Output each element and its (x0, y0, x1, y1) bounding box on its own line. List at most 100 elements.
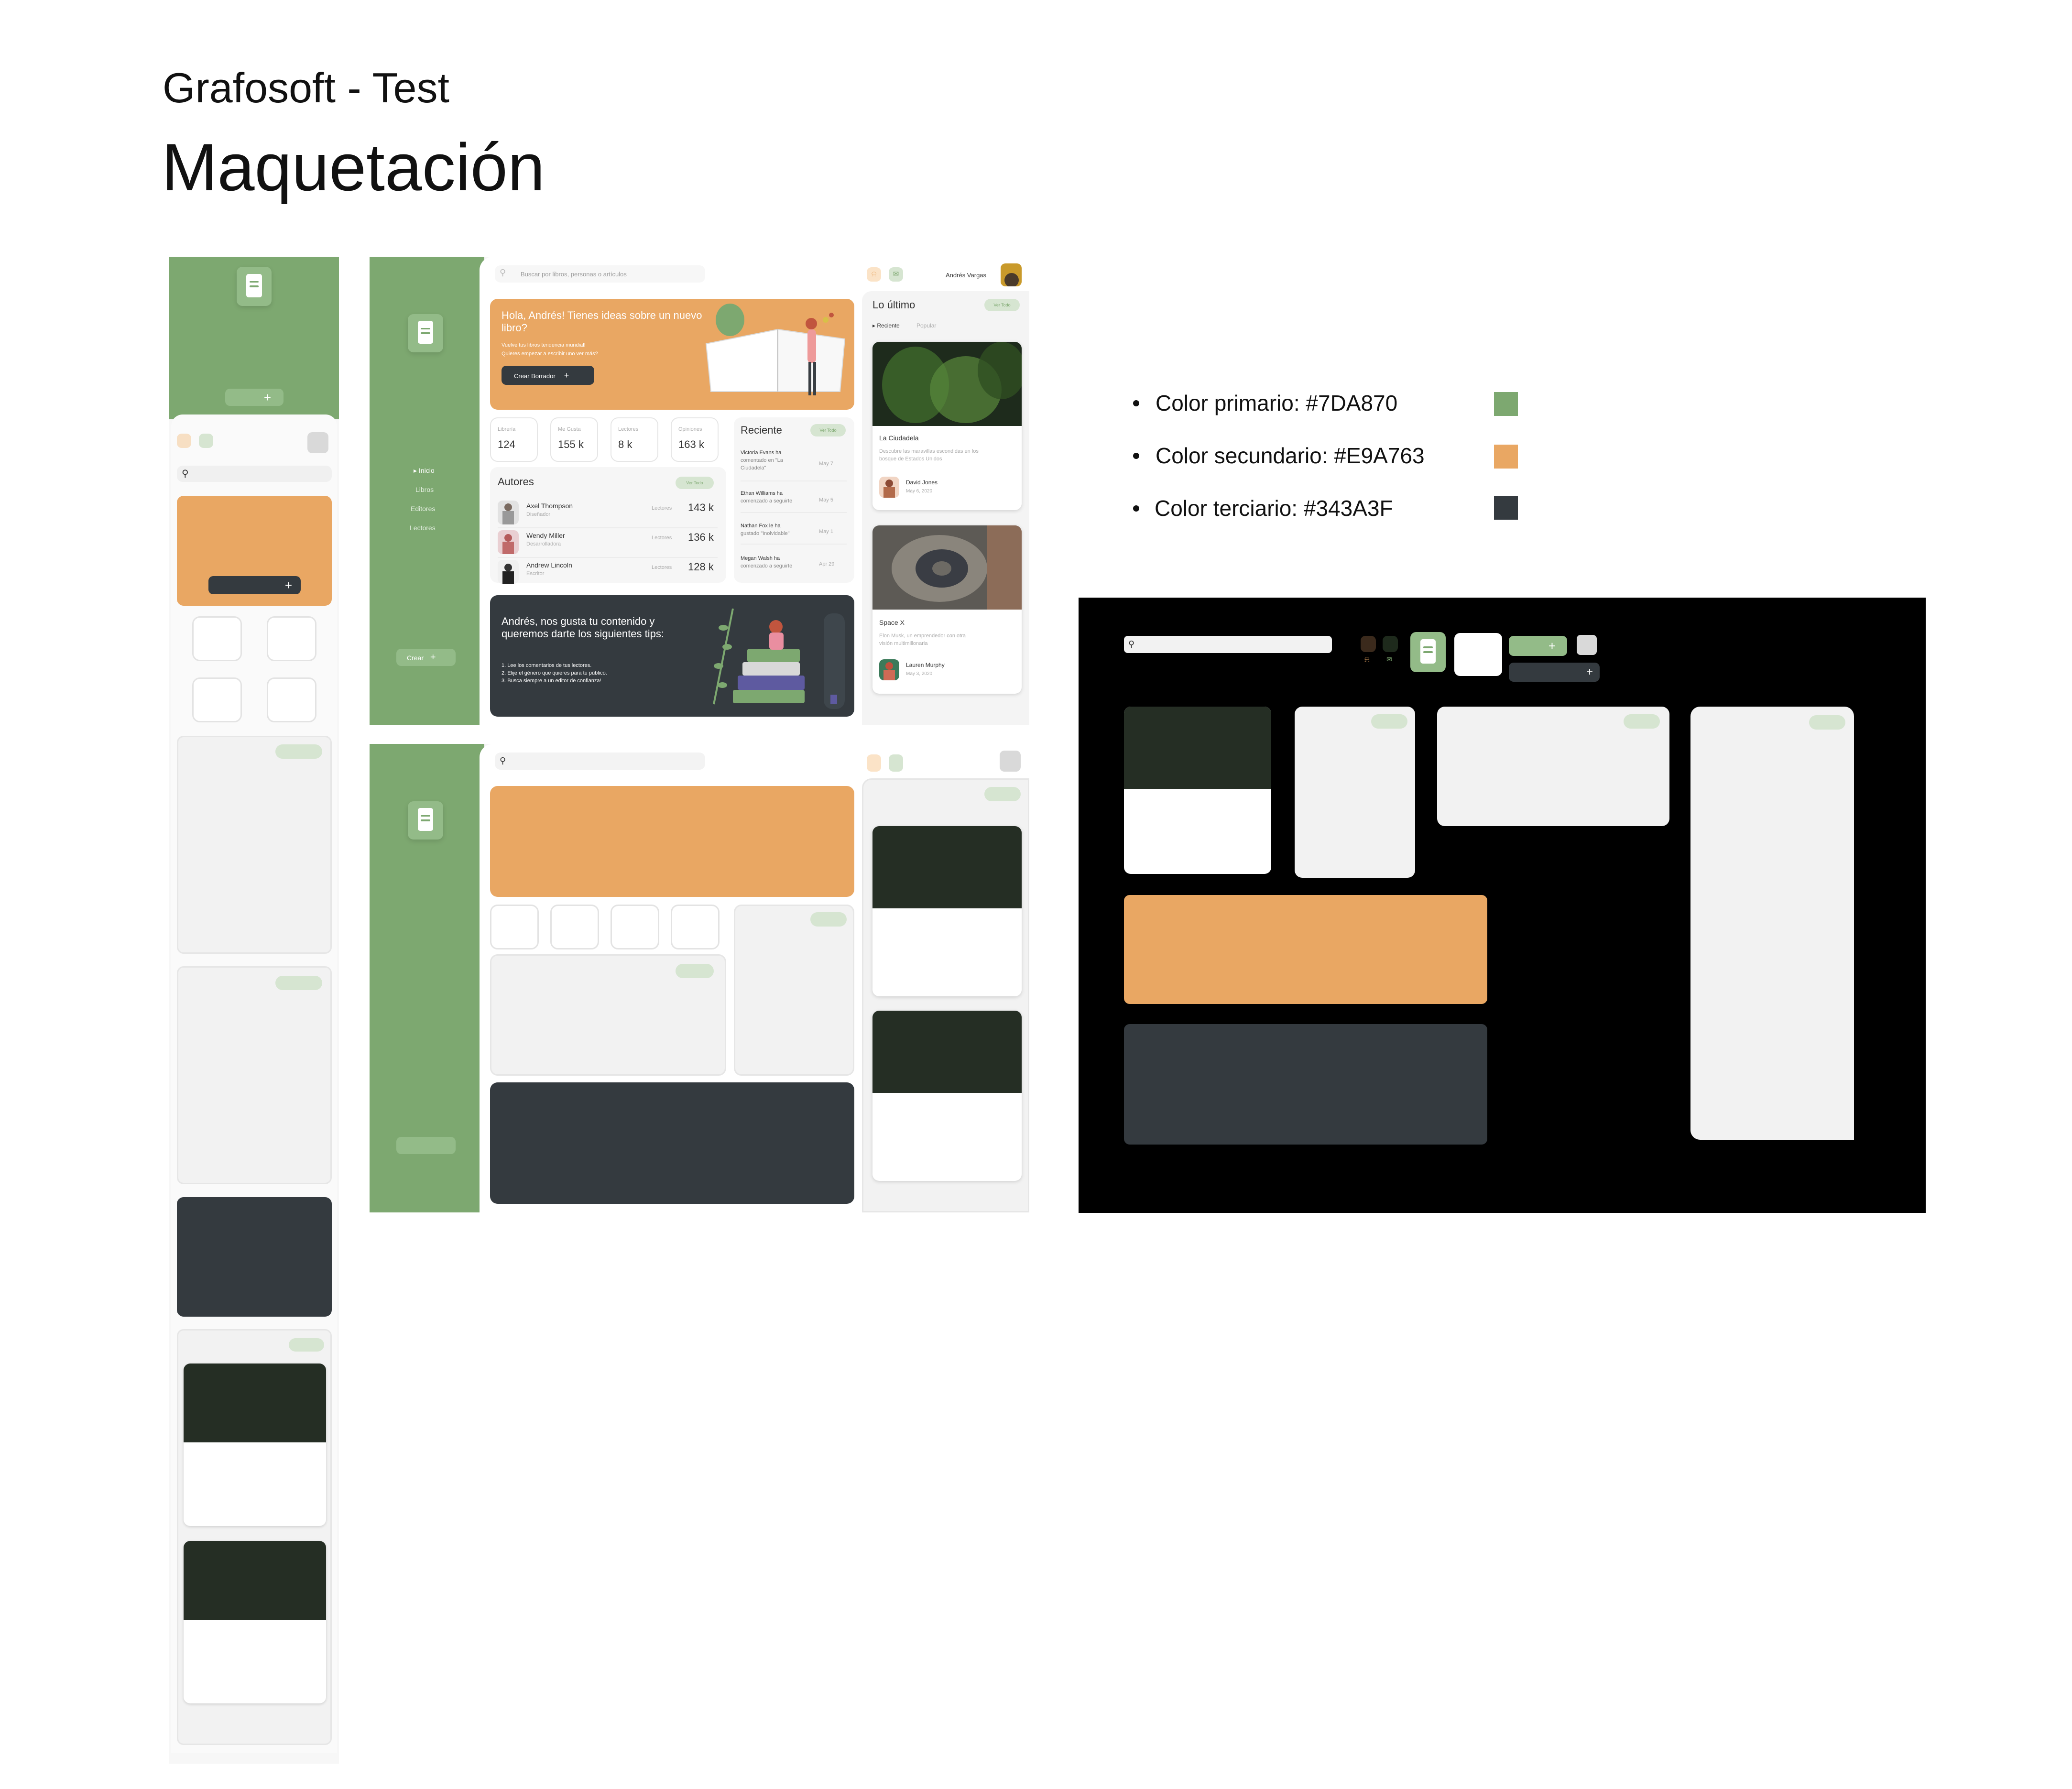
see-all-label: Ver Todo (686, 480, 703, 485)
see-all-pill[interactable] (275, 976, 322, 990)
see-all-pill[interactable] (289, 1338, 324, 1352)
wire-avatar[interactable] (1000, 751, 1021, 772)
card-author[interactable]: Lauren Murphy (906, 662, 945, 668)
author-name[interactable]: Axel Thompson (526, 502, 573, 509)
divider (498, 557, 718, 558)
see-all-pill[interactable] (810, 912, 847, 927)
author-role: Diseñador (526, 512, 551, 517)
see-all-button[interactable]: Ver Todo (810, 424, 846, 436)
stat-label: Librería (498, 426, 516, 432)
create-label: Crear (407, 654, 424, 662)
mail-glyph-icon: ✉ (1386, 655, 1392, 663)
recent-line: Ciudadela" (741, 465, 766, 471)
bell-icon[interactable] (867, 754, 881, 772)
mobile-latest-card[interactable] (184, 1364, 326, 1526)
tip-item: 1. Lee los comentarios de tus lectores. (502, 663, 592, 668)
storm-image (872, 525, 1022, 610)
bell-icon[interactable] (177, 434, 191, 448)
card-description: Descubre las maravillas escondidas en lo… (879, 448, 979, 454)
latest-title: Lo último (872, 299, 916, 311)
search-icon: ⚲ (500, 756, 506, 765)
wire-create-button[interactable] (396, 1137, 456, 1154)
author-name[interactable]: Wendy Miller (526, 532, 565, 539)
wire-stat-card (490, 905, 539, 949)
wire-recent (734, 905, 854, 1076)
see-all-button[interactable]: Ver Todo (676, 477, 714, 489)
author-metric: 143 k (688, 502, 714, 513)
author-name[interactable]: Andrew Lincoln (526, 562, 572, 568)
mail-icon[interactable]: ✉ (889, 267, 903, 282)
mail-icon[interactable] (889, 754, 903, 772)
tip-item: 2. Elije el género que quieres para tu p… (502, 670, 607, 676)
bell-icon[interactable]: ⍾ (867, 267, 881, 282)
desktop-wireframe: ⚲ (370, 744, 1029, 1212)
card-author-avatar (879, 477, 899, 498)
tab-popular[interactable]: Popular (916, 323, 936, 328)
mobile-stat-card (192, 616, 242, 661)
author-metric-label: Lectores (652, 535, 672, 541)
mobile-stat-card (267, 616, 316, 661)
mobile-hero-button[interactable]: + (208, 576, 301, 594)
grid-recent-block (1295, 707, 1415, 878)
create-draft-button[interactable]: Crear Borrador + (502, 366, 594, 385)
user-avatar[interactable] (1001, 263, 1022, 286)
see-all-label: Ver Todo (819, 428, 837, 433)
stat-card-lectores[interactable] (611, 417, 658, 462)
wire-latest-card[interactable] (872, 1011, 1022, 1181)
palette-label-primary: Color primario: #7DA870 (1156, 391, 1398, 415)
card-date: May 3, 2020 (906, 671, 933, 676)
tab-reciente[interactable]: ▸ Reciente (872, 323, 900, 328)
nav-item-libros[interactable]: Libros (415, 486, 434, 493)
page-title: Maquetación (162, 130, 545, 205)
nav-item-inicio[interactable]: ▸ Inicio (414, 467, 435, 474)
wire-tips (490, 1082, 854, 1204)
recent-line: Nathan Fox le ha (741, 523, 781, 529)
grid-create-button: + (1509, 636, 1567, 656)
see-all-button[interactable]: Ver Todo (984, 299, 1020, 311)
see-all-pill[interactable] (984, 787, 1021, 801)
see-all-pill[interactable] (275, 744, 322, 759)
grid-avatar-block (1577, 635, 1597, 655)
nav-item-editores[interactable]: Editores (411, 505, 435, 512)
grid-tips-block (1124, 1024, 1487, 1145)
mail-icon[interactable] (199, 434, 213, 448)
mobile-search-input[interactable] (177, 466, 332, 482)
author-avatar (498, 501, 519, 524)
book-logo-icon[interactable] (408, 314, 443, 352)
sidebar-create-button[interactable]: Crear + (396, 649, 456, 666)
see-all-pill[interactable] (676, 964, 714, 978)
swatch-secondary (1494, 445, 1518, 469)
grid-latest-column-block (1690, 707, 1854, 1140)
author-role: Desarrolladora (526, 541, 561, 547)
author-metric: 136 k (688, 531, 714, 543)
recent-title: Reciente (741, 424, 782, 436)
card-author[interactable]: David Jones (906, 480, 938, 485)
open-book-illustration (705, 304, 846, 395)
card-title: Space X (879, 619, 905, 626)
wire-stat-card (550, 905, 599, 949)
divider (741, 480, 847, 481)
grid-search-bar (1124, 636, 1332, 653)
wire-search-input[interactable] (495, 753, 705, 770)
grid-hero-block (1124, 895, 1487, 1004)
bell-glyph-icon: ⍾ (1364, 655, 1370, 664)
mobile-avatar[interactable] (307, 432, 328, 453)
user-name[interactable]: Andrés Vargas (946, 272, 986, 278)
author-metric-label: Lectores (652, 565, 672, 570)
author-avatar (498, 560, 519, 584)
book-logo-icon (237, 267, 272, 306)
mobile-latest-card[interactable] (184, 1541, 326, 1703)
see-all-label: Ver Todo (993, 303, 1011, 307)
wire-stat-card (611, 905, 659, 949)
wire-stat-card (671, 905, 720, 949)
list-bullet (1133, 400, 1139, 406)
wire-latest-card[interactable] (872, 826, 1022, 996)
search-icon: ⚲ (182, 469, 189, 479)
mobile-create-button[interactable]: + (225, 389, 284, 406)
mail-icon (1383, 636, 1398, 652)
nav-item-lectores[interactable]: Lectores (410, 524, 436, 531)
card-description: visión multimillonaria (879, 641, 928, 646)
desktop-mockup: ▸ Inicio Libros Editores Lectores Crear … (370, 257, 1029, 725)
stat-value: 155 k (558, 438, 584, 450)
book-logo-icon (408, 801, 443, 840)
